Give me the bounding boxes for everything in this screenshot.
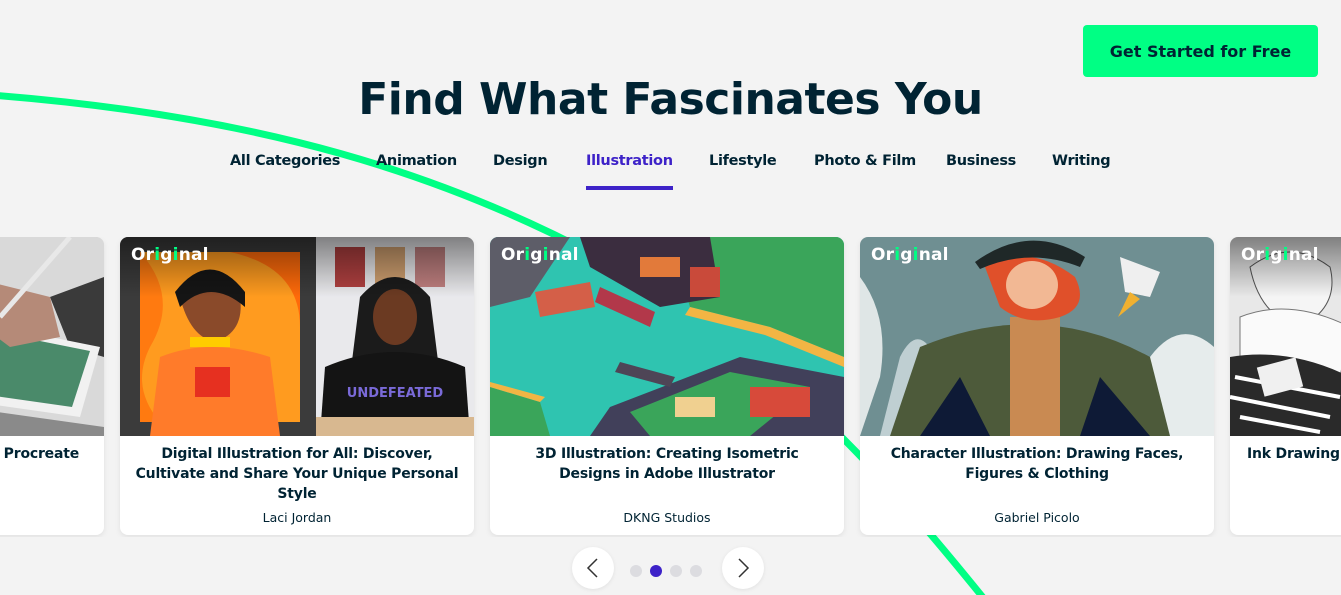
chevron-right-icon [738, 558, 750, 578]
course-author: Laci Jordan [262, 510, 332, 525]
page-title: Find What Fascinates You [358, 74, 983, 125]
original-badge: Original [871, 245, 949, 265]
original-badge: Original [501, 245, 579, 265]
tab-writing[interactable]: Writing [1052, 150, 1111, 192]
carousel-dot-3[interactable] [670, 565, 682, 577]
original-badge: Original [131, 245, 209, 265]
course-card[interactable]: Original Ink Drawing T… [1230, 237, 1341, 535]
course-title: Ink Drawing T… [1247, 446, 1341, 462]
isometric-harbor-image [490, 237, 844, 436]
course-thumbnail: Original [490, 237, 844, 436]
course-thumbnail [0, 237, 104, 436]
tab-lifestyle[interactable]: Lifestyle [709, 150, 777, 192]
tab-animation[interactable]: Animation [376, 150, 457, 192]
tab-label: Lifestyle [709, 153, 777, 169]
course-card[interactable]: … Procreate [0, 237, 104, 535]
course-card[interactable]: Original 3D Illustration: Creating Isome… [490, 237, 844, 535]
character-illustration-image [860, 237, 1214, 436]
tab-photo-film[interactable]: Photo & Film [814, 150, 916, 192]
course-title: … Procreate [0, 446, 79, 462]
active-tab-indicator [586, 186, 673, 190]
tab-all-categories[interactable]: All Categories [230, 150, 340, 192]
course-thumbnail: UNDEFEATED Original [120, 237, 474, 436]
tab-label: Photo & Film [814, 153, 916, 169]
course-thumbnail: Original [1230, 237, 1341, 436]
tab-label: Design [493, 153, 548, 169]
carousel-next-button[interactable] [722, 547, 764, 589]
tab-illustration[interactable]: Illustration [586, 150, 673, 192]
course-author: DKNG Studios [623, 510, 711, 525]
carousel-dot-2-active[interactable] [650, 565, 662, 577]
course-title: Digital Illustration for All: Discover, … [135, 446, 459, 502]
original-badge: Original [1241, 245, 1319, 265]
carousel-dot-4[interactable] [690, 565, 702, 577]
chevron-left-icon [586, 558, 598, 578]
svg-text:UNDEFEATED: UNDEFEATED [347, 386, 444, 401]
category-tabs: All Categories Animation Design Illustra… [0, 150, 1341, 192]
tab-label: Illustration [586, 153, 673, 169]
tab-label: All Categories [230, 153, 341, 169]
course-title: 3D Illustration: Creating Isometric Desi… [535, 446, 799, 482]
carousel-prev-button[interactable] [572, 547, 614, 589]
tab-label: Writing [1052, 153, 1111, 169]
tab-label: Business [946, 153, 1016, 169]
tablet-drawing-image [0, 237, 104, 436]
course-title: Character Illustration: Drawing Faces, F… [890, 446, 1184, 482]
carousel-dot-1[interactable] [630, 565, 642, 577]
course-card[interactable]: UNDEFEATED Original Digital Illustration… [120, 237, 474, 535]
tab-label: Animation [376, 153, 457, 169]
course-author: Gabriel Picolo [994, 510, 1080, 525]
course-carousel: … Procreate UNDEFEATED [0, 237, 1341, 537]
course-card[interactable]: Original Character Illustration: Drawing… [860, 237, 1214, 535]
course-thumbnail: Original [860, 237, 1214, 436]
tab-business[interactable]: Business [946, 150, 1016, 192]
tab-design[interactable]: Design [493, 150, 548, 192]
